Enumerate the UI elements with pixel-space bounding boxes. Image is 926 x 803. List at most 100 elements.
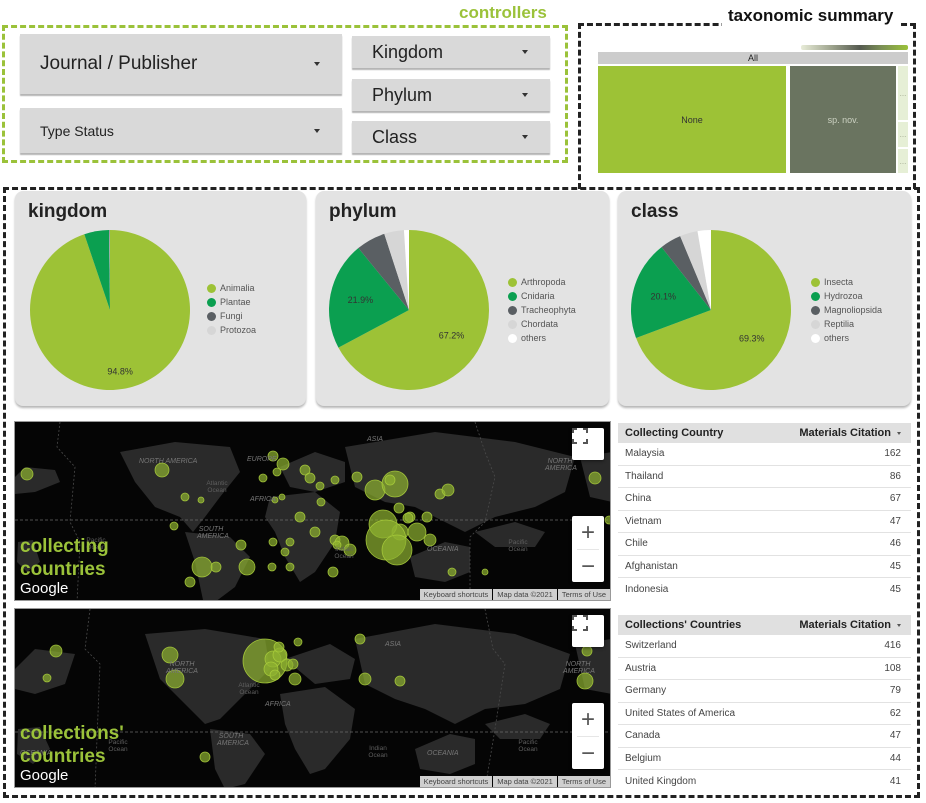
map-bubble[interactable]	[384, 474, 396, 486]
map-bubble[interactable]	[210, 561, 222, 573]
map-bubble[interactable]	[184, 576, 196, 588]
map-bubble[interactable]	[235, 539, 247, 551]
map-bubble[interactable]	[49, 644, 63, 658]
zoom-out-button[interactable]: −	[572, 550, 604, 583]
map-bubble[interactable]	[315, 481, 325, 491]
table-row[interactable]: Germany 79	[618, 680, 911, 703]
keyboard-shortcuts-link[interactable]: Keyboard shortcuts	[419, 776, 493, 787]
map-bubble[interactable]	[273, 641, 285, 653]
map-bubble[interactable]	[272, 467, 282, 477]
treemap-cell-other[interactable]: ...	[898, 66, 908, 120]
map-bubble[interactable]	[197, 496, 205, 504]
map-bubble[interactable]	[191, 556, 213, 578]
map-bubble[interactable]	[421, 511, 433, 523]
treemap-cell-other[interactable]: ...	[898, 149, 908, 173]
zoom-in-button[interactable]: +	[572, 703, 604, 736]
table-row[interactable]: Indonesia 45	[618, 578, 911, 601]
map-bubble[interactable]	[447, 567, 457, 577]
map-bubble[interactable]	[269, 669, 281, 681]
legend-item[interactable]: Hydrozoa	[811, 289, 882, 303]
table-row[interactable]: Canada 47	[618, 725, 911, 748]
table-row[interactable]: Thailand 86	[618, 466, 911, 488]
table-row[interactable]: Malaysia 162	[618, 443, 911, 466]
map-bubble[interactable]	[354, 633, 366, 645]
table-row[interactable]: Chile 46	[618, 533, 911, 556]
column-header-country[interactable]: Collecting Country	[625, 427, 723, 439]
map-bubble[interactable]	[588, 471, 602, 485]
map-bubble[interactable]	[288, 672, 302, 686]
map-bubble[interactable]	[267, 562, 277, 572]
collections-countries-map[interactable]: NORTH AMERICA ASIA AFRICA SOUTH AMERICA …	[14, 608, 611, 788]
legend-item[interactable]: Insecta	[811, 275, 882, 289]
map-bubble[interactable]	[381, 534, 413, 566]
map-bubble[interactable]	[285, 562, 295, 572]
map-bubble[interactable]	[287, 658, 299, 670]
legend-item[interactable]: others	[508, 331, 576, 345]
map-bubble[interactable]	[316, 497, 326, 507]
legend-item[interactable]: Chordata	[508, 317, 576, 331]
treemap-cell-sp-nov[interactable]: sp. nov.	[790, 66, 896, 173]
map-bubble[interactable]	[581, 645, 593, 657]
fullscreen-button[interactable]	[572, 615, 604, 647]
table-row[interactable]: China 67	[618, 488, 911, 511]
map-bubble[interactable]	[304, 472, 316, 484]
treemap-root-header[interactable]: All	[598, 52, 908, 64]
map-bubble[interactable]	[394, 675, 406, 687]
legend-item[interactable]: Cnidaria	[508, 289, 576, 303]
map-bubble[interactable]	[402, 512, 414, 524]
treemap-cell-none[interactable]: None	[598, 66, 786, 173]
table-row[interactable]: Belgium 44	[618, 748, 911, 770]
map-bubble[interactable]	[285, 537, 295, 547]
table-row[interactable]: Afghanistan 45	[618, 556, 911, 578]
keyboard-shortcuts-link[interactable]: Keyboard shortcuts	[419, 589, 493, 600]
map-bubble[interactable]	[576, 672, 594, 690]
map-bubble[interactable]	[351, 471, 363, 483]
legend-item[interactable]: Animalia	[207, 281, 256, 295]
type-status-dropdown[interactable]: Type Status	[20, 108, 342, 153]
phylum-dropdown[interactable]: Phylum	[352, 79, 550, 111]
terms-of-use-link[interactable]: Terms of Use	[557, 776, 610, 787]
map-bubble[interactable]	[330, 475, 340, 485]
map-bubble[interactable]	[407, 522, 427, 542]
legend-item[interactable]: Reptilia	[811, 317, 882, 331]
zoom-in-button[interactable]: +	[572, 516, 604, 549]
fullscreen-button[interactable]	[572, 428, 604, 460]
table-row[interactable]: Vietnam 47	[618, 511, 911, 533]
map-bubble[interactable]	[180, 492, 190, 502]
legend-item[interactable]: Magnoliopsida	[811, 303, 882, 317]
map-bubble[interactable]	[381, 470, 409, 498]
legend-item[interactable]: Protozoa	[207, 323, 256, 337]
table-row[interactable]: United Kingdom 41	[618, 770, 911, 793]
map-bubble[interactable]	[154, 462, 170, 478]
map-bubble[interactable]	[258, 473, 268, 483]
map-bubble[interactable]	[199, 751, 211, 763]
map-bubble[interactable]	[42, 673, 52, 683]
legend-item[interactable]: Tracheophyta	[508, 303, 576, 317]
map-bubble[interactable]	[268, 537, 278, 547]
legend-item[interactable]: Arthropoda	[508, 275, 576, 289]
map-bubble[interactable]	[423, 533, 437, 547]
journal-publisher-dropdown[interactable]: Journal / Publisher	[20, 34, 342, 94]
column-header-country[interactable]: Collections' Countries	[625, 619, 741, 631]
map-bubble[interactable]	[481, 568, 489, 576]
map-bubble[interactable]	[358, 672, 372, 686]
map-data-link[interactable]: Map data ©2021	[493, 776, 557, 787]
map-bubble[interactable]	[20, 467, 34, 481]
table-row[interactable]: Austria 108	[618, 658, 911, 680]
map-bubble[interactable]	[293, 637, 303, 647]
map-bubble[interactable]	[604, 515, 611, 525]
map-bubble[interactable]	[169, 521, 179, 531]
map-bubble[interactable]	[278, 493, 286, 501]
legend-item[interactable]: Plantae	[207, 295, 256, 309]
zoom-out-button[interactable]: −	[572, 737, 604, 770]
map-bubble[interactable]	[393, 502, 405, 514]
map-bubble[interactable]	[441, 483, 455, 497]
class-dropdown[interactable]: Class	[352, 121, 550, 153]
map-bubble[interactable]	[294, 511, 306, 523]
terms-of-use-link[interactable]: Terms of Use	[557, 589, 610, 600]
map-bubble[interactable]	[327, 566, 339, 578]
table-row[interactable]: Switzerland 416	[618, 635, 911, 658]
kingdom-dropdown[interactable]: Kingdom	[352, 36, 550, 68]
map-bubble[interactable]	[280, 547, 290, 557]
legend-item[interactable]: others	[811, 331, 882, 345]
